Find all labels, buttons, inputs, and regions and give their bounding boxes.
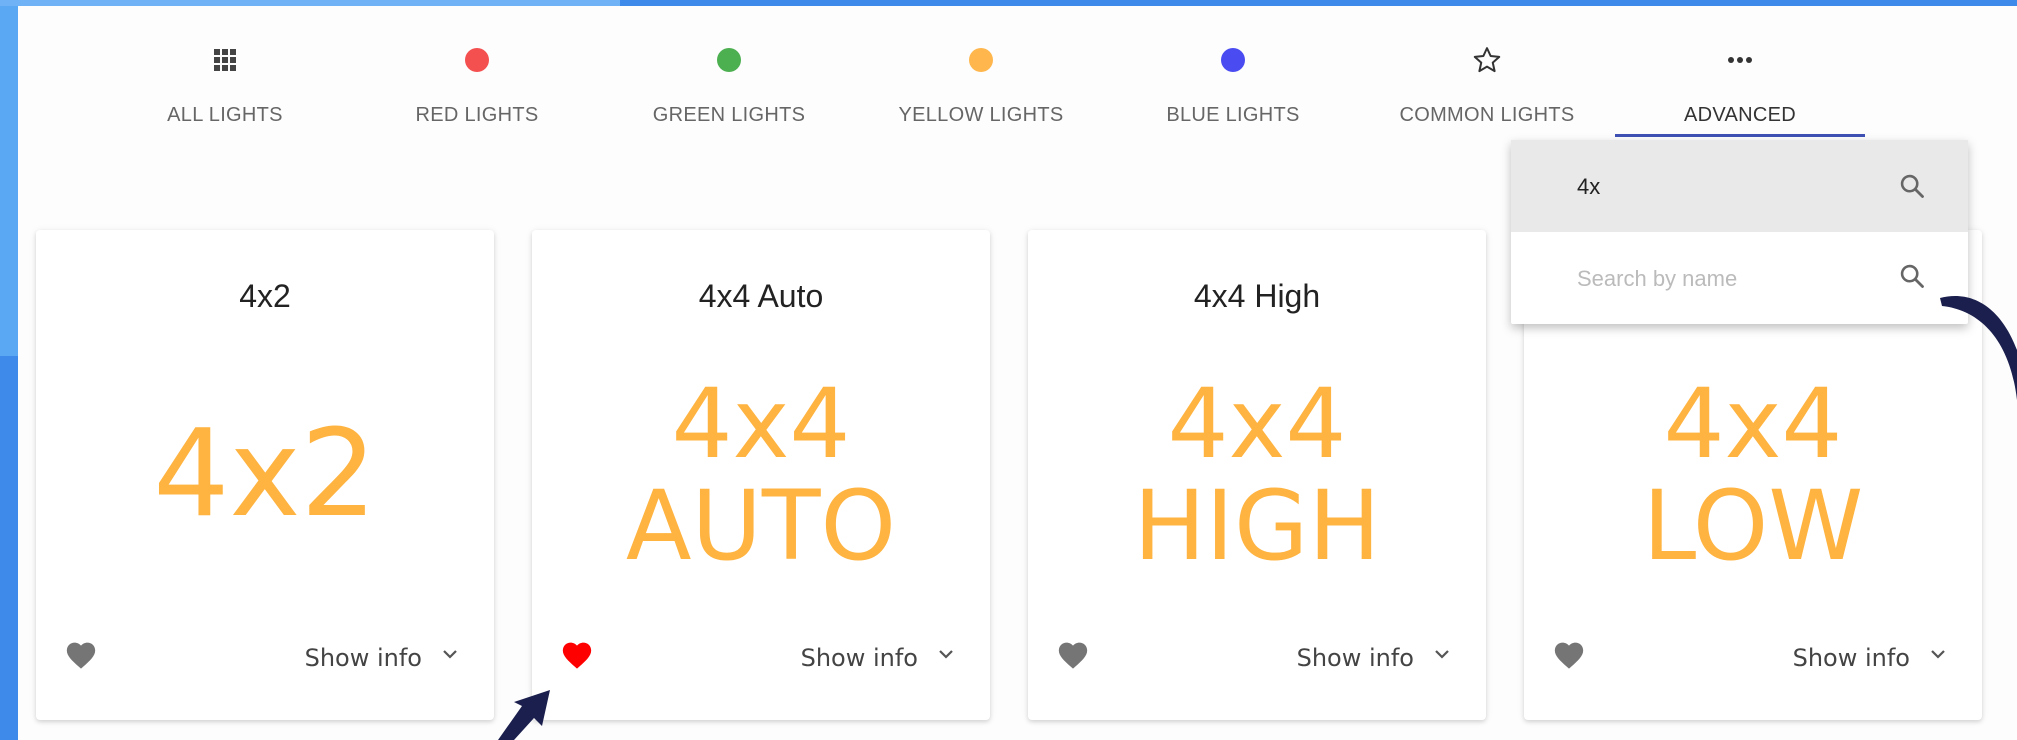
card-image-text: 4x4 <box>1663 368 1843 480</box>
card-title: 4x4 High <box>1193 278 1321 314</box>
red-dot-icon <box>465 48 489 72</box>
blue-dot-icon <box>1221 48 1245 72</box>
card-image: 4x4 AUTO <box>532 370 990 580</box>
more-icon <box>1615 40 1865 80</box>
green-dot-icon <box>717 48 741 72</box>
show-info-button[interactable]: Show info <box>1297 644 1414 672</box>
card-image-text: AUTO <box>625 470 897 582</box>
heart-icon[interactable] <box>560 638 594 670</box>
tab-label: COMMON LIGHTS <box>1399 104 1575 126</box>
active-tab-indicator <box>1615 134 1865 137</box>
tab-label: BLUE LIGHTS <box>1166 104 1300 126</box>
card-image-text: LOW <box>1642 470 1864 582</box>
light-card: 4x4 High 4x4 HIGH Show info <box>1028 230 1486 720</box>
tab-green-lights[interactable]: GREEN LIGHTS <box>604 40 854 140</box>
tab-label: ADVANCED <box>1683 104 1797 126</box>
tab-yellow-lights[interactable]: YELLOW LIGHTS <box>856 40 1106 140</box>
tab-label: RED LIGHTS <box>415 104 539 126</box>
annotation-arrow-icon <box>1940 295 2017 400</box>
heart-icon[interactable] <box>64 638 98 670</box>
card-image-text: HIGH <box>1133 470 1381 582</box>
card-image-text: 4x2 <box>153 405 377 544</box>
star-icon <box>1362 40 1612 80</box>
chevron-down-icon[interactable] <box>1926 642 1950 666</box>
chevron-down-icon[interactable] <box>438 642 462 666</box>
tab-all-lights[interactable]: ALL LIGHTS <box>100 40 350 140</box>
search-by-name-input[interactable] <box>1575 262 1879 296</box>
grid-icon <box>100 40 350 80</box>
tab-label: GREEN LIGHTS <box>652 104 806 126</box>
tab-common-lights[interactable]: COMMON LIGHTS <box>1362 40 1612 140</box>
tab-label: YELLOW LIGHTS <box>898 104 1064 126</box>
annotation-arrow-icon <box>498 690 550 740</box>
search-dropdown <box>1511 140 1968 324</box>
light-card: 4x2 4x2 Show info <box>36 230 494 720</box>
tab-red-lights[interactable]: RED LIGHTS <box>352 40 602 140</box>
card-image-text: 4x4 <box>1167 368 1347 480</box>
show-info-button[interactable]: Show info <box>305 644 422 672</box>
tab-label: ALL LIGHTS <box>167 104 283 126</box>
show-info-button[interactable]: Show info <box>801 644 918 672</box>
yellow-dot-icon <box>969 48 993 72</box>
card-image: 4x2 <box>36 370 494 580</box>
frame-left-strip <box>0 6 18 356</box>
card-title: 4x4 Auto <box>698 278 824 314</box>
search-input[interactable] <box>1575 170 1879 204</box>
heart-icon[interactable] <box>1552 638 1586 670</box>
light-card: 4x4 Auto 4x4 AUTO Show info <box>532 230 990 720</box>
card-title: 4x2 <box>239 278 291 314</box>
search-icon[interactable] <box>1898 262 1926 290</box>
heart-icon[interactable] <box>1056 638 1090 670</box>
show-info-button[interactable]: Show info <box>1793 644 1910 672</box>
tab-blue-lights[interactable]: BLUE LIGHTS <box>1108 40 1358 140</box>
chevron-down-icon[interactable] <box>934 642 958 666</box>
tab-advanced[interactable]: ADVANCED <box>1615 40 1865 140</box>
card-image-text: 4x4 <box>671 368 851 480</box>
card-image: 4x4 LOW <box>1524 370 1982 580</box>
card-image: 4x4 HIGH <box>1028 370 1486 580</box>
search-icon[interactable] <box>1898 172 1926 200</box>
chevron-down-icon[interactable] <box>1430 642 1454 666</box>
